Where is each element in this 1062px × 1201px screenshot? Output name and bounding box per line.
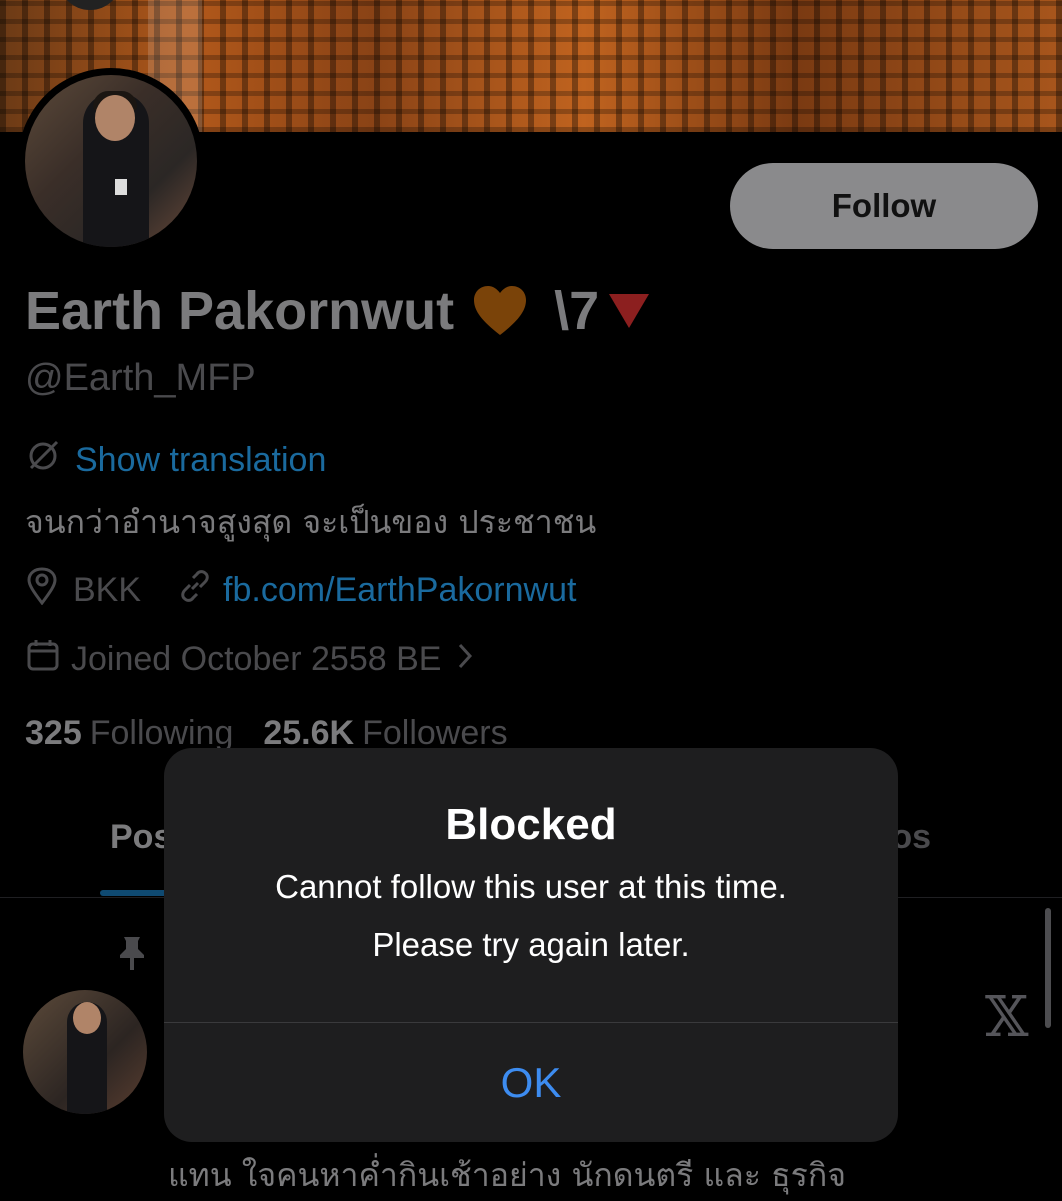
dialog-message-line2: Please try again later. xyxy=(372,926,690,963)
bio-text: จนกว่าอำนาจสูงสุด จะเป็นของ ประชาชน xyxy=(25,503,597,541)
orange-heart-icon xyxy=(472,285,528,337)
joined-date: Joined October 2558 BE xyxy=(71,640,442,678)
display-name-row: Earth Pakornwut \7 xyxy=(25,280,650,342)
display-name: Earth Pakornwut xyxy=(25,281,455,341)
profile-website-link[interactable]: fb.com/EarthPakornwut xyxy=(223,571,576,610)
following-count[interactable]: 325 xyxy=(25,714,82,753)
user-handle: @Earth_MFP xyxy=(25,357,256,399)
avatar-image xyxy=(25,75,197,247)
dialog-title: Blocked xyxy=(445,800,617,849)
post-author-avatar[interactable] xyxy=(23,990,147,1114)
blocked-alert-dialog: Blocked Cannot follow this user at this … xyxy=(164,748,898,1142)
dialog-message-line1: Cannot follow this user at this time. xyxy=(275,868,787,905)
location-pin-icon xyxy=(25,567,59,614)
pinned-icon xyxy=(118,935,146,975)
chevron-right-icon xyxy=(457,640,473,679)
show-translation-link[interactable]: Show translation xyxy=(75,441,326,480)
profile-avatar[interactable] xyxy=(18,68,204,254)
calendar-icon xyxy=(25,637,61,682)
profile-meta-row: BKK fb.com/EarthPakornwut xyxy=(25,567,576,614)
scrollbar[interactable] xyxy=(1045,908,1051,1028)
tab-posts[interactable]: Pos xyxy=(110,818,172,857)
location-text: BKK xyxy=(73,571,142,609)
follow-button[interactable]: Follow xyxy=(730,163,1038,249)
back-button[interactable] xyxy=(58,0,122,10)
display-name-suffix: \7 xyxy=(554,281,600,341)
translate-icon xyxy=(25,438,61,483)
joined-row[interactable]: Joined October 2558 BE xyxy=(25,637,473,682)
translate-row[interactable]: Show translation xyxy=(25,438,326,483)
x-logo-icon: 𝕏 xyxy=(985,985,1029,1050)
red-triangle-down-icon xyxy=(609,294,650,328)
ok-button[interactable]: OK xyxy=(164,1023,898,1142)
link-icon xyxy=(177,568,213,613)
post-text: แทน ใจคนหาค่ำกินเช้าอย่าง นักดนตรี และ ธ… xyxy=(168,1156,846,1194)
